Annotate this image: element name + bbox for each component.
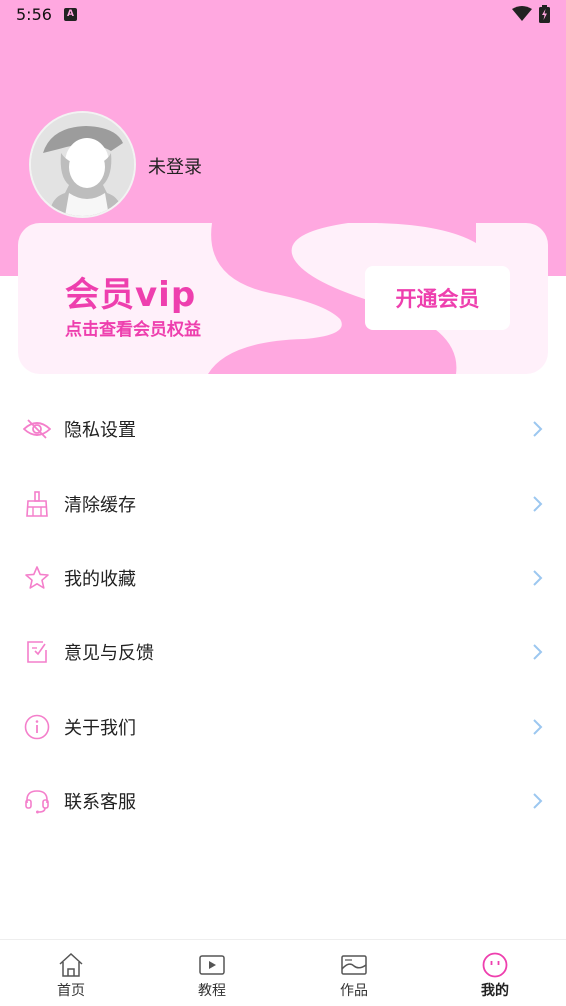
menu-item-label: 关于我们 [64, 717, 136, 739]
tab-label: 首页 [57, 983, 85, 999]
menu-item-label: 清除缓存 [64, 494, 136, 516]
tab-label: 作品 [340, 983, 368, 999]
eye-icon [23, 419, 51, 439]
star-icon [25, 566, 49, 589]
chevron-right-icon [533, 495, 543, 512]
chevron-right-icon [533, 570, 543, 586]
tab-mine[interactable]: 我的 [455, 940, 535, 1006]
tab-tutorial[interactable]: 教程 [172, 940, 252, 1006]
broom-icon [26, 490, 48, 517]
wifi-icon [512, 6, 532, 21]
tab-label: 我的 [481, 983, 509, 999]
menu-item-label: 意见与反馈 [64, 643, 154, 665]
open-membership-button[interactable]: 开通会员 [365, 266, 510, 330]
gallery-icon [341, 955, 367, 975]
menu-item-feedback[interactable]: 意见与反馈 [0, 615, 566, 689]
tab-works[interactable]: 作品 [314, 940, 394, 1006]
headset-icon [25, 790, 49, 814]
notification-a-icon: A [64, 8, 77, 21]
menu-item-label: 隐私设置 [64, 420, 136, 442]
default-avatar-icon [31, 113, 134, 216]
info-icon [24, 714, 50, 740]
chevron-right-icon [533, 421, 543, 437]
menu-item-clear-cache[interactable]: 清除缓存 [0, 466, 566, 540]
feedback-icon [27, 641, 47, 664]
menu-item-favorites[interactable]: 我的收藏 [0, 541, 566, 615]
settings-menu: 隐私设置 清除缓存 我的收藏 意见与反馈 关于我们 联系客服 [0, 392, 566, 838]
login-status-label[interactable]: 未登录 [148, 153, 202, 179]
vip-card[interactable]: 会员vip 点击查看会员权益 开通会员 [18, 223, 548, 374]
status-bar: 5:56 A [0, 0, 566, 30]
avatar[interactable] [29, 111, 136, 218]
bottom-tab-bar: 首页 教程 作品 我的 [0, 939, 566, 1006]
tab-home[interactable]: 首页 [31, 940, 111, 1006]
menu-item-about[interactable]: 关于我们 [0, 690, 566, 764]
menu-item-customer-service[interactable]: 联系客服 [0, 764, 566, 838]
tab-label: 教程 [198, 983, 226, 999]
menu-item-label: 联系客服 [64, 792, 136, 814]
chevron-right-icon [533, 719, 543, 735]
chevron-right-icon [533, 644, 543, 661]
chevron-right-icon [533, 793, 543, 809]
vip-subtitle[interactable]: 点击查看会员权益 [65, 315, 201, 340]
menu-item-label: 我的收藏 [64, 568, 136, 590]
menu-item-privacy[interactable]: 隐私设置 [0, 392, 566, 466]
vip-title: 会员vip [65, 275, 197, 315]
status-time: 5:56 [16, 5, 52, 24]
smiley-icon [482, 952, 508, 978]
home-icon [59, 952, 83, 977]
play-icon [199, 955, 225, 975]
battery-icon [539, 5, 550, 23]
